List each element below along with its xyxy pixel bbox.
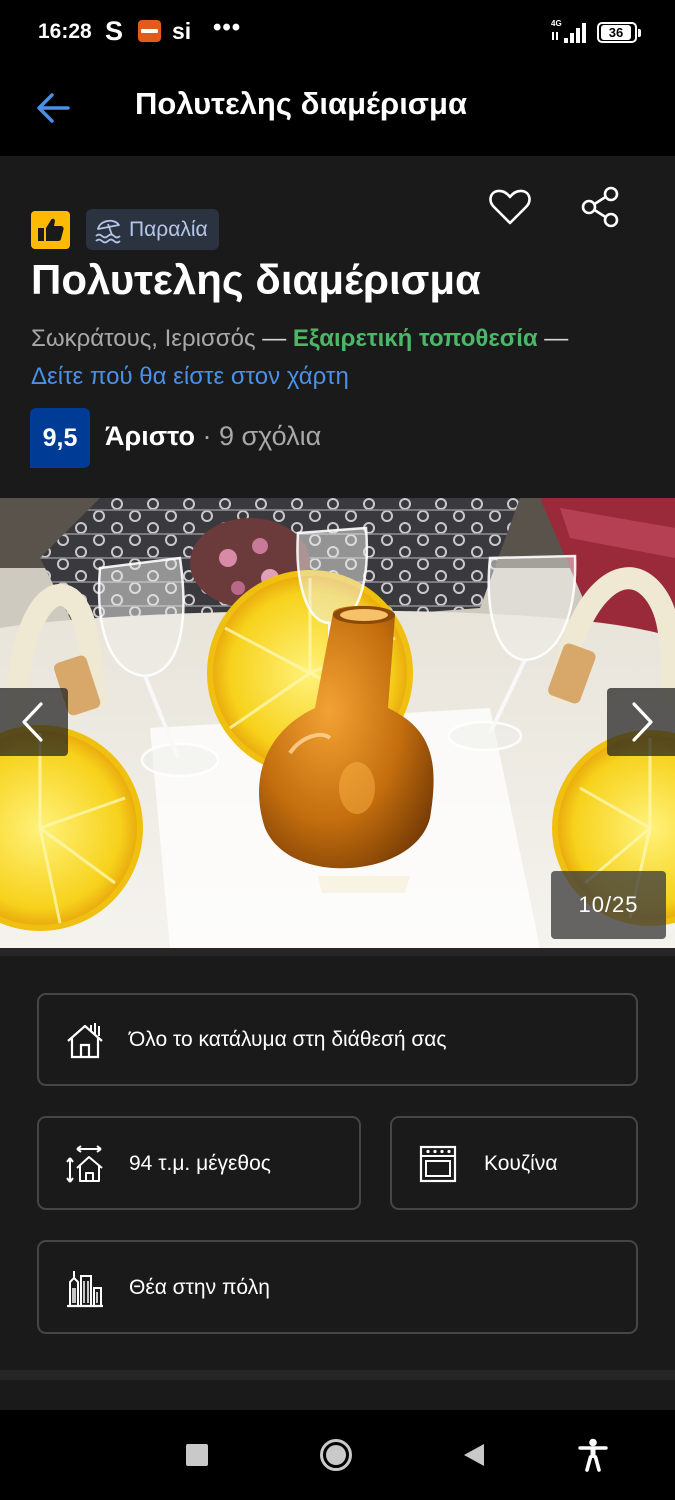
- facility-city-view: Θέα στην πόλη: [37, 1240, 638, 1334]
- status-time: 16:28: [38, 20, 92, 43]
- facility-label: Θέα στην πόλη: [129, 1276, 270, 1299]
- signal-icon: 4G: [551, 19, 586, 43]
- facility-kitchen: Κουζίνα: [390, 1116, 638, 1210]
- battery-icon: 36: [597, 22, 641, 43]
- address-text: Σωκράτους, Ιερισσός: [31, 325, 256, 352]
- share-icon[interactable]: [575, 182, 625, 232]
- facility-label: 94 τ.μ. μέγεθος: [129, 1152, 271, 1175]
- city-view-icon: [67, 1271, 103, 1308]
- kitchen-icon: [419, 1145, 457, 1183]
- battery-level: 36: [601, 25, 631, 40]
- property-address: Σωκράτους, Ιερισσός — Εξαιρετική τοποθεσ…: [31, 320, 646, 396]
- house-icon: [67, 1023, 103, 1059]
- recent-apps-button[interactable]: [186, 1444, 208, 1466]
- photo-counter: 10/25: [551, 871, 666, 939]
- heart-icon[interactable]: [485, 182, 535, 232]
- reviews-count[interactable]: 9 σχόλια: [219, 421, 321, 451]
- property-title: Πολυτελης διαμέρισμα: [31, 256, 481, 303]
- system-navigation-bar: [0, 1410, 675, 1500]
- review-score-badge: 9,5: [30, 408, 90, 468]
- back-arrow-icon[interactable]: [28, 82, 80, 134]
- beach-tag-label: Παραλία: [129, 217, 208, 241]
- facility-label: Κουζίνα: [484, 1152, 558, 1175]
- rating-dot: ·: [202, 421, 212, 451]
- notification-app-icon: [138, 20, 161, 42]
- photo-gallery[interactable]: 10/25: [0, 498, 675, 948]
- facility-room-size: 94 τ.μ. μέγεθος: [37, 1116, 361, 1210]
- beach-umbrella-icon: [95, 219, 121, 243]
- rating-summary[interactable]: Άριστο · 9 σχόλια: [105, 421, 321, 452]
- facility-entire-place: Όλο το κατάλυμα στη διάθεσή σας: [37, 993, 638, 1086]
- status-bar: 16:28 S si ••• 4G 36: [0, 0, 675, 64]
- section-divider-2: [0, 1370, 675, 1380]
- address-separator: —: [262, 325, 287, 352]
- property-content: Παραλία Πολυτελης διαμέρισμα Σωκράτους, …: [0, 156, 675, 1410]
- room-size-icon: [66, 1145, 103, 1183]
- section-divider: [0, 948, 675, 956]
- network-type-label: 4G: [551, 19, 562, 28]
- page-title: Πολυτελης διαμέρισμα: [135, 86, 468, 121]
- location-rating: Εξαιρετική τοποθεσία: [292, 325, 538, 352]
- chevron-left-icon: [22, 702, 43, 742]
- more-notifications-icon: •••: [213, 14, 242, 41]
- previous-photo-button[interactable]: [0, 688, 68, 756]
- score-label: Άριστο: [105, 421, 195, 451]
- s-app-icon: S: [105, 16, 124, 46]
- chevron-right-icon: [632, 702, 653, 742]
- si-app-icon: si: [172, 18, 192, 44]
- app-bar: Πολυτελης διαμέρισμα: [0, 64, 675, 156]
- beach-tag: Παραλία: [86, 209, 219, 250]
- thumbs-up-badge-icon: [31, 211, 70, 249]
- next-photo-button[interactable]: [607, 688, 675, 756]
- home-button[interactable]: [319, 1438, 353, 1472]
- show-on-map-link[interactable]: Δείτε πού θα είστε στον χάρτη: [31, 363, 349, 390]
- facility-label: Όλο το κατάλυμα στη διάθεσή σας: [129, 1028, 447, 1051]
- address-separator-2: —: [544, 325, 569, 352]
- system-back-button[interactable]: [462, 1442, 486, 1468]
- accessibility-icon[interactable]: [578, 1438, 608, 1472]
